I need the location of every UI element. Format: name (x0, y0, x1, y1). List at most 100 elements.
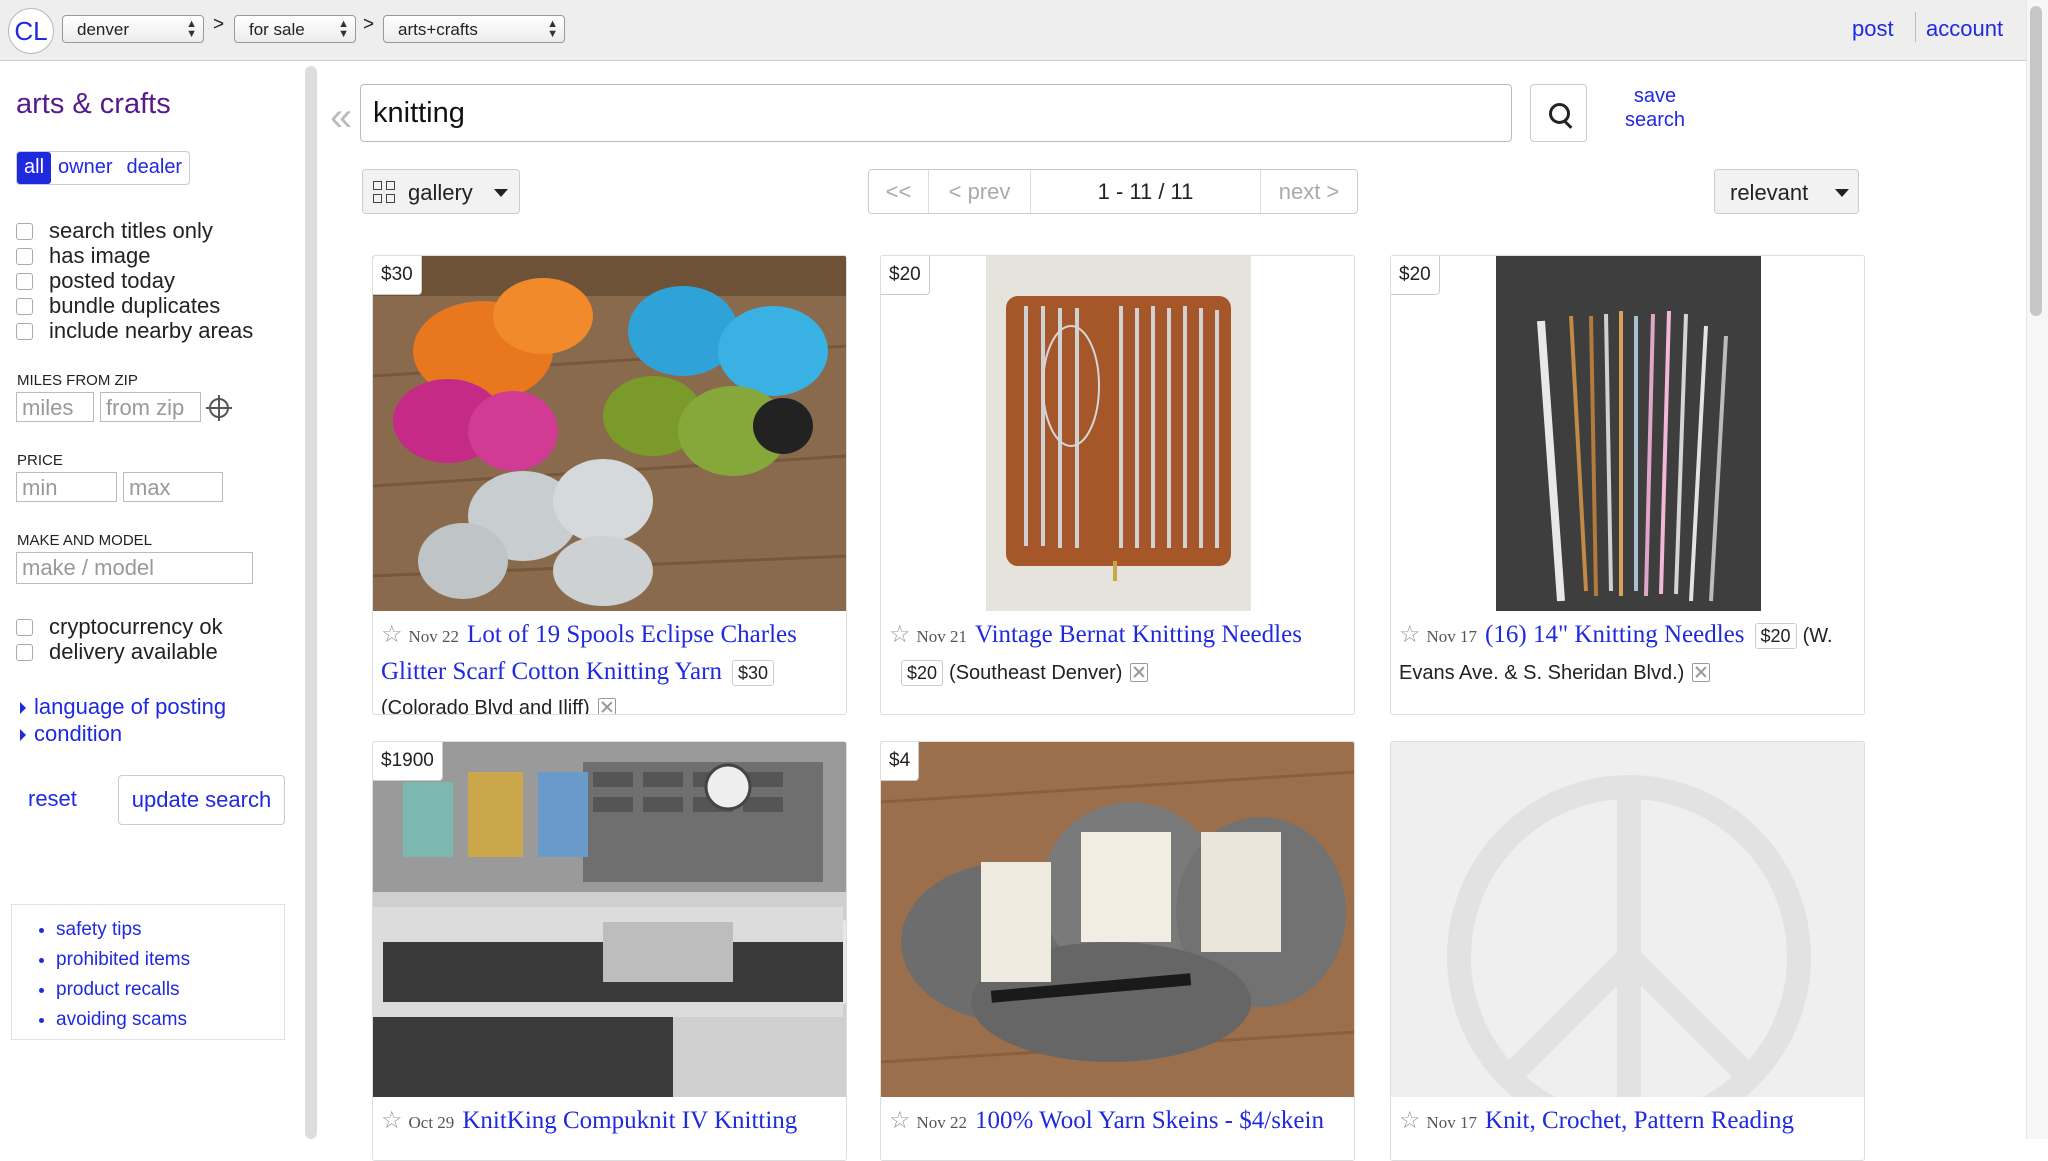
update-search-button[interactable]: update search (118, 775, 285, 825)
sidebar-resize-handle[interactable] (305, 66, 317, 1139)
checkbox-has-image[interactable]: has image (16, 243, 151, 269)
max-price-input[interactable]: max (123, 472, 223, 502)
listing-card[interactable]: $20 ☆ Nov 21 Vintage Bernat Knitting Needl… (880, 255, 1355, 715)
listing-image[interactable]: $20 (881, 256, 1354, 611)
listing-title[interactable]: Vintage Bernat Knitting Needles (975, 621, 1302, 648)
listing-price: $20 (901, 660, 944, 686)
miles-input[interactable]: miles (16, 392, 94, 422)
listing-title[interactable]: Knit, Crochet, Pattern Reading (1485, 1107, 1794, 1134)
page-scrollbar-thumb[interactable] (2030, 6, 2042, 316)
listing-meta: ☆ Nov 21 Vintage Bernat Knitting Needles $2… (881, 611, 1354, 698)
safety-tips-link[interactable]: safety tips (56, 915, 284, 945)
zip-input[interactable]: from zip (100, 392, 201, 422)
prev-page-button[interactable]: < prev (929, 170, 1031, 213)
search-input[interactable]: knitting (360, 84, 1512, 142)
category-select[interactable]: arts+crafts ▲ ▼ (383, 15, 565, 43)
hide-listing-icon[interactable] (1130, 662, 1149, 682)
listing-card[interactable]: $30 ☆ Nov 22 Lot of 19 Spools Eclipse Char… (372, 255, 847, 715)
favorite-star-icon[interactable]: ☆ (889, 621, 911, 648)
post-link[interactable]: post (1852, 16, 1894, 42)
listing-image[interactable]: $4 (881, 742, 1354, 1097)
listing-title[interactable]: KnitKing Compuknit IV Knitting (462, 1107, 797, 1134)
checkbox-label: include nearby areas (49, 318, 254, 343)
checkbox-box[interactable] (16, 322, 33, 340)
search-button[interactable] (1530, 84, 1587, 142)
save-search-link[interactable]: save search (1622, 84, 1688, 132)
first-page-button[interactable]: << (869, 170, 929, 213)
select-arrows-icon: ▲ ▼ (338, 18, 349, 40)
view-mode-dropdown[interactable]: gallery (362, 169, 520, 214)
price-badge: $30 (373, 256, 422, 295)
select-arrows-icon: ▲ ▼ (186, 18, 197, 40)
next-page-button[interactable]: next > (1261, 170, 1357, 213)
locate-me-icon[interactable] (206, 395, 232, 421)
listing-location: (Colorado Blvd and Iliff) (381, 697, 590, 715)
expander-label: language of posting (34, 694, 227, 719)
checkbox-cryptocurrency[interactable]: cryptocurrency ok (16, 614, 223, 640)
checkbox-box[interactable] (16, 618, 33, 636)
page-range: 1 - 11 / 11 (1031, 170, 1261, 213)
listing-card[interactable]: $4 ☆ Nov 22 100% Wool Yarn Skeins - $4/ske… (880, 741, 1355, 1161)
pagination: << < prev 1 - 11 / 11 next > (868, 169, 1358, 214)
craigslist-logo[interactable]: CL (8, 8, 54, 54)
avoiding-scams-link[interactable]: avoiding scams (56, 1005, 284, 1035)
make-model-label: MAKE AND MODEL (17, 532, 153, 549)
make-model-input[interactable]: make / model (16, 552, 253, 584)
listing-image[interactable]: $1900 (373, 742, 846, 1097)
listing-meta: ☆ Nov 22 Lot of 19 Spools Eclipse Charles … (373, 611, 846, 715)
miles-from-zip-label: MILES FROM ZIP (17, 372, 138, 389)
checkbox-box[interactable] (16, 297, 33, 315)
expander-condition[interactable]: condition (20, 721, 122, 747)
collapse-sidebar-icon[interactable]: « (330, 95, 352, 140)
checkbox-include-nearby[interactable]: include nearby areas (16, 318, 253, 344)
sort-dropdown[interactable]: relevant (1714, 169, 1859, 214)
favorite-star-icon[interactable]: ☆ (1399, 621, 1421, 648)
price-label: PRICE (17, 452, 63, 469)
listing-image-placeholder[interactable] (1391, 742, 1864, 1097)
checkbox-delivery[interactable]: delivery available (16, 639, 218, 665)
account-link[interactable]: account (1926, 16, 2003, 42)
tab-all[interactable]: all (17, 152, 52, 184)
hide-listing-icon[interactable] (597, 697, 616, 714)
listing-card[interactable]: ☆ Nov 17 Knit, Crochet, Pattern Reading (1390, 741, 1865, 1161)
listing-date: Nov 17 (1426, 627, 1478, 646)
checkbox-posted-today[interactable]: posted today (16, 268, 175, 294)
city-select[interactable]: denver ▲ ▼ (62, 15, 204, 43)
favorite-star-icon[interactable]: ☆ (381, 621, 403, 648)
checkbox-box[interactable] (16, 643, 33, 661)
expand-triangle-icon (20, 729, 26, 741)
tab-dealer[interactable]: dealer (120, 152, 190, 184)
hide-listing-icon[interactable] (1692, 662, 1711, 682)
seller-type-tabs: all owner dealer (16, 151, 191, 185)
favorite-star-icon[interactable]: ☆ (889, 1107, 911, 1134)
listing-image[interactable]: $20 (1391, 256, 1864, 611)
product-recalls-link[interactable]: product recalls (56, 975, 284, 1005)
view-mode-label: gallery (408, 180, 473, 205)
checkbox-search-titles-only[interactable]: search titles only (16, 218, 213, 244)
help-links-box: safety tips prohibited items product rec… (11, 904, 285, 1040)
listing-image[interactable]: $30 (373, 256, 846, 611)
favorite-star-icon[interactable]: ☆ (1399, 1107, 1421, 1134)
listing-price: $20 (1754, 623, 1797, 649)
breadcrumb-separator: > (213, 14, 225, 35)
prohibited-items-link[interactable]: prohibited items (56, 945, 284, 975)
expander-language[interactable]: language of posting (20, 694, 226, 720)
checkbox-box[interactable] (16, 222, 33, 240)
gallery-grid-icon (373, 181, 397, 205)
checkbox-box[interactable] (16, 272, 33, 290)
listing-title[interactable]: 100% Wool Yarn Skeins - $4/skein (975, 1107, 1324, 1134)
listing-card[interactable]: $1900 ☆ Oct 29 KnitKing Compuknit IV Knitt… (372, 741, 847, 1161)
reset-link[interactable]: reset (28, 786, 77, 812)
tab-owner[interactable]: owner (51, 152, 119, 184)
wool-skeins-photo (881, 742, 1354, 1097)
knitting-machine-photo (373, 742, 846, 1097)
section-select[interactable]: for sale ▲ ▼ (234, 15, 356, 43)
favorite-star-icon[interactable]: ☆ (381, 1107, 403, 1134)
listing-date: Nov 22 (916, 1113, 968, 1132)
checkbox-bundle-duplicates[interactable]: bundle duplicates (16, 293, 220, 319)
listing-title[interactable]: (16) 14" Knitting Needles (1485, 621, 1744, 648)
checkbox-label: delivery available (49, 639, 218, 664)
checkbox-box[interactable] (16, 247, 33, 265)
min-price-input[interactable]: min (16, 472, 117, 502)
listing-card[interactable]: $20 ☆ Nov 17 (16) 14" Knitting Needles $20(… (1390, 255, 1865, 715)
